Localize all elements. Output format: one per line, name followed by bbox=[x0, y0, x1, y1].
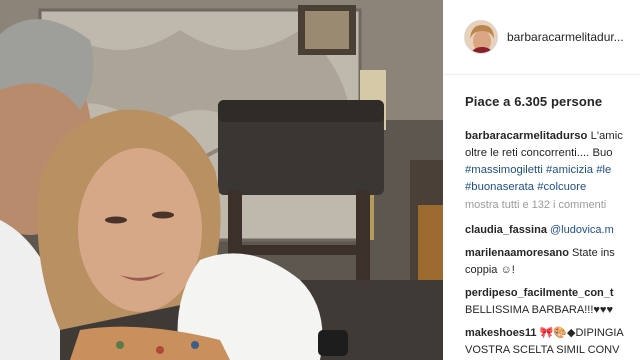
post-details-panel: barbaracarmelitadur... Piace a 6.305 per… bbox=[443, 0, 640, 360]
comment: claudia_fassina @ludovica.m bbox=[465, 222, 614, 239]
comment-text-continued: VOSTRA SCELTA SIMIL CONV bbox=[465, 344, 620, 356]
comment: makeshoes11 🎀🎨◆DIPINGIA VOSTRA SCELTA SI… bbox=[465, 325, 624, 359]
hashtag-link[interactable]: #amicizia bbox=[546, 164, 593, 176]
post-photo[interactable] bbox=[0, 0, 443, 360]
comment-username[interactable]: makeshoes11 bbox=[465, 327, 537, 339]
comment-mention[interactable]: @ludovica.m bbox=[550, 224, 614, 236]
hashtag-link[interactable]: #colcuore bbox=[537, 181, 586, 193]
caption-line-3: #massimogiletti #amicizia #le bbox=[465, 162, 640, 179]
comment: marilenaamoresano State ins coppia ☺! bbox=[465, 245, 615, 279]
caption-username[interactable]: barbaracarmelitadurso bbox=[465, 130, 587, 142]
post-caption: barbaracarmelitadurso L'amic oltre le re… bbox=[465, 128, 640, 196]
likes-count[interactable]: Piace a 6.305 persone bbox=[465, 94, 602, 109]
avatar-image bbox=[465, 21, 497, 53]
hashtag-link[interactable]: #le bbox=[596, 164, 611, 176]
hashtag-link[interactable]: #massimogiletti bbox=[465, 164, 543, 176]
hashtag-link[interactable]: #buonaserata bbox=[465, 181, 534, 193]
caption-text-2: oltre le reti concorrenti.... Buo bbox=[465, 147, 613, 159]
comment-username[interactable]: marilenaamoresano bbox=[465, 247, 569, 259]
show-all-comments-link[interactable]: mostra tutti e 132 i commenti bbox=[465, 199, 606, 211]
caption-line-4: #buonaserata #colcuore bbox=[465, 179, 640, 196]
comment-text: 🎀🎨◆DIPINGIA bbox=[539, 327, 624, 339]
comment-text: State ins bbox=[572, 247, 615, 259]
post-header: barbaracarmelitadur... bbox=[443, 0, 640, 75]
selfie-image bbox=[0, 0, 443, 360]
post-username[interactable]: barbaracarmelitadur... bbox=[507, 30, 624, 44]
caption-line-1: barbaracarmelitadurso L'amic bbox=[465, 128, 640, 145]
comment-username[interactable]: claudia_fassina bbox=[465, 224, 547, 236]
comment: perdipeso_facilmente_con_t BELLISSIMA BA… bbox=[465, 285, 614, 319]
comment-username[interactable]: perdipeso_facilmente_con_t bbox=[465, 285, 614, 302]
comment-text-continued: coppia ☺! bbox=[465, 264, 515, 276]
avatar[interactable] bbox=[464, 20, 498, 54]
comment-text: BELLISSIMA BARBARA!!!♥♥♥ bbox=[465, 304, 613, 316]
caption-text-1: L'amic bbox=[590, 130, 623, 142]
